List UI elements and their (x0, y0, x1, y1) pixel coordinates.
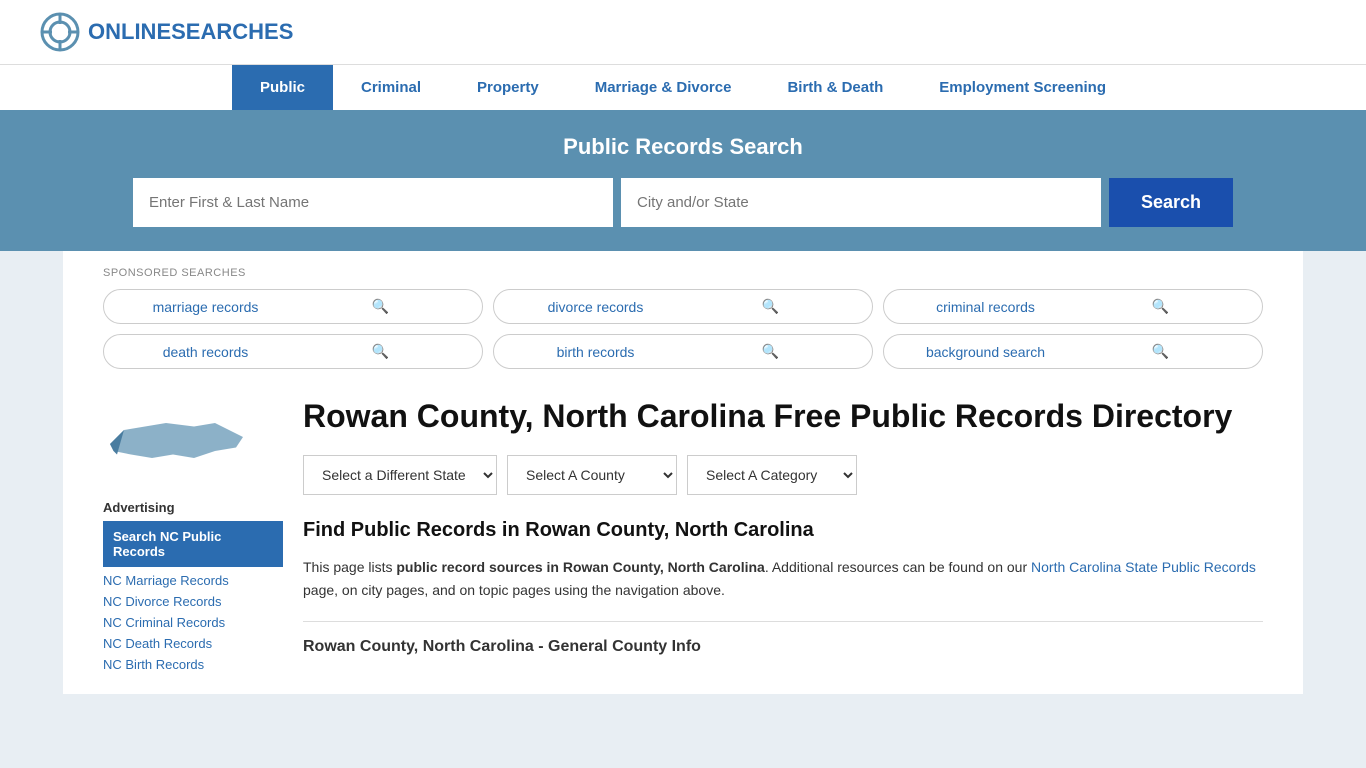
pill-divorce-records[interactable]: divorce records 🔍 (493, 289, 873, 324)
search-icon: 🔍 (683, 298, 858, 315)
desc-bold: public record sources in Rowan County, N… (396, 559, 764, 575)
search-icon: 🔍 (1073, 343, 1248, 360)
sidebar-links: NC Marriage Records NC Divorce Records N… (103, 571, 283, 674)
sidebar-advertising: Advertising Search NC Public Records NC … (103, 500, 283, 674)
pill-birth-records[interactable]: birth records 🔍 (493, 334, 873, 369)
desc-part3: page, on city pages, and on topic pages … (303, 582, 725, 598)
main-body: Rowan County, North Carolina Free Public… (303, 397, 1263, 674)
category-dropdown[interactable]: Select A Category Vital Records Court Re… (687, 455, 857, 495)
search-icon: 🔍 (293, 298, 468, 315)
page-title: Rowan County, North Carolina Free Public… (303, 397, 1263, 435)
search-icon: 🔍 (1073, 298, 1248, 315)
nav-property[interactable]: Property (449, 65, 567, 110)
main-content: SPONSORED SEARCHES marriage records 🔍 di… (63, 251, 1303, 694)
nc-map-svg (103, 397, 243, 477)
nav-employment[interactable]: Employment Screening (911, 65, 1134, 110)
main-nav: Public Criminal Property Marriage & Divo… (0, 64, 1366, 110)
sidebar-ad-active[interactable]: Search NC Public Records (103, 521, 283, 567)
sponsored-section: SPONSORED SEARCHES marriage records 🔍 di… (103, 251, 1263, 377)
advertising-label: Advertising (103, 500, 283, 515)
desc-part1: This page lists (303, 559, 396, 575)
site-header: ONLINESEARCHES (0, 0, 1366, 64)
sidebar-link-marriage[interactable]: NC Marriage Records (103, 571, 283, 590)
logo[interactable]: ONLINESEARCHES (40, 12, 293, 52)
sponsored-label: SPONSORED SEARCHES (103, 267, 1263, 279)
search-icon: 🔍 (683, 343, 858, 360)
nav-public[interactable]: Public (232, 65, 333, 110)
nav-birth-death[interactable]: Birth & Death (759, 65, 911, 110)
banner-title: Public Records Search (40, 134, 1326, 160)
nav-criminal[interactable]: Criminal (333, 65, 449, 110)
bottom-info-title: Rowan County, North Carolina - General C… (303, 638, 1263, 656)
location-input[interactable] (621, 178, 1101, 227)
nc-map (103, 397, 283, 480)
find-description: This page lists public record sources in… (303, 556, 1263, 601)
find-title: Find Public Records in Rowan County, Nor… (303, 519, 1263, 542)
search-button[interactable]: Search (1109, 178, 1233, 227)
sidebar-link-criminal[interactable]: NC Criminal Records (103, 613, 283, 632)
sidebar-link-divorce[interactable]: NC Divorce Records (103, 592, 283, 611)
logo-text: ONLINESEARCHES (88, 19, 293, 45)
search-form: Search (133, 178, 1233, 227)
body-layout: Advertising Search NC Public Records NC … (103, 377, 1263, 694)
name-input[interactable] (133, 178, 613, 227)
pill-background-search[interactable]: background search 🔍 (883, 334, 1263, 369)
sidebar: Advertising Search NC Public Records NC … (103, 397, 303, 674)
nc-state-link[interactable]: North Carolina State Public Records (1031, 559, 1256, 575)
nav-marriage-divorce[interactable]: Marriage & Divorce (567, 65, 760, 110)
sidebar-link-death[interactable]: NC Death Records (103, 634, 283, 653)
pill-criminal-records[interactable]: criminal records 🔍 (883, 289, 1263, 324)
dropdown-row: Select a Different State Alabama Alaska … (303, 455, 1263, 495)
pill-death-records[interactable]: death records 🔍 (103, 334, 483, 369)
state-dropdown[interactable]: Select a Different State Alabama Alaska … (303, 455, 497, 495)
sidebar-link-birth[interactable]: NC Birth Records (103, 655, 283, 674)
logo-icon (40, 12, 80, 52)
county-dropdown[interactable]: Select A County Rowan County (507, 455, 677, 495)
desc-part2: . Additional resources can be found on o… (765, 559, 1031, 575)
search-icon: 🔍 (293, 343, 468, 360)
search-banner: Public Records Search Search (0, 110, 1366, 251)
pill-marriage-records[interactable]: marriage records 🔍 (103, 289, 483, 324)
search-pills: marriage records 🔍 divorce records 🔍 cri… (103, 289, 1263, 369)
bottom-info: Rowan County, North Carolina - General C… (303, 621, 1263, 656)
